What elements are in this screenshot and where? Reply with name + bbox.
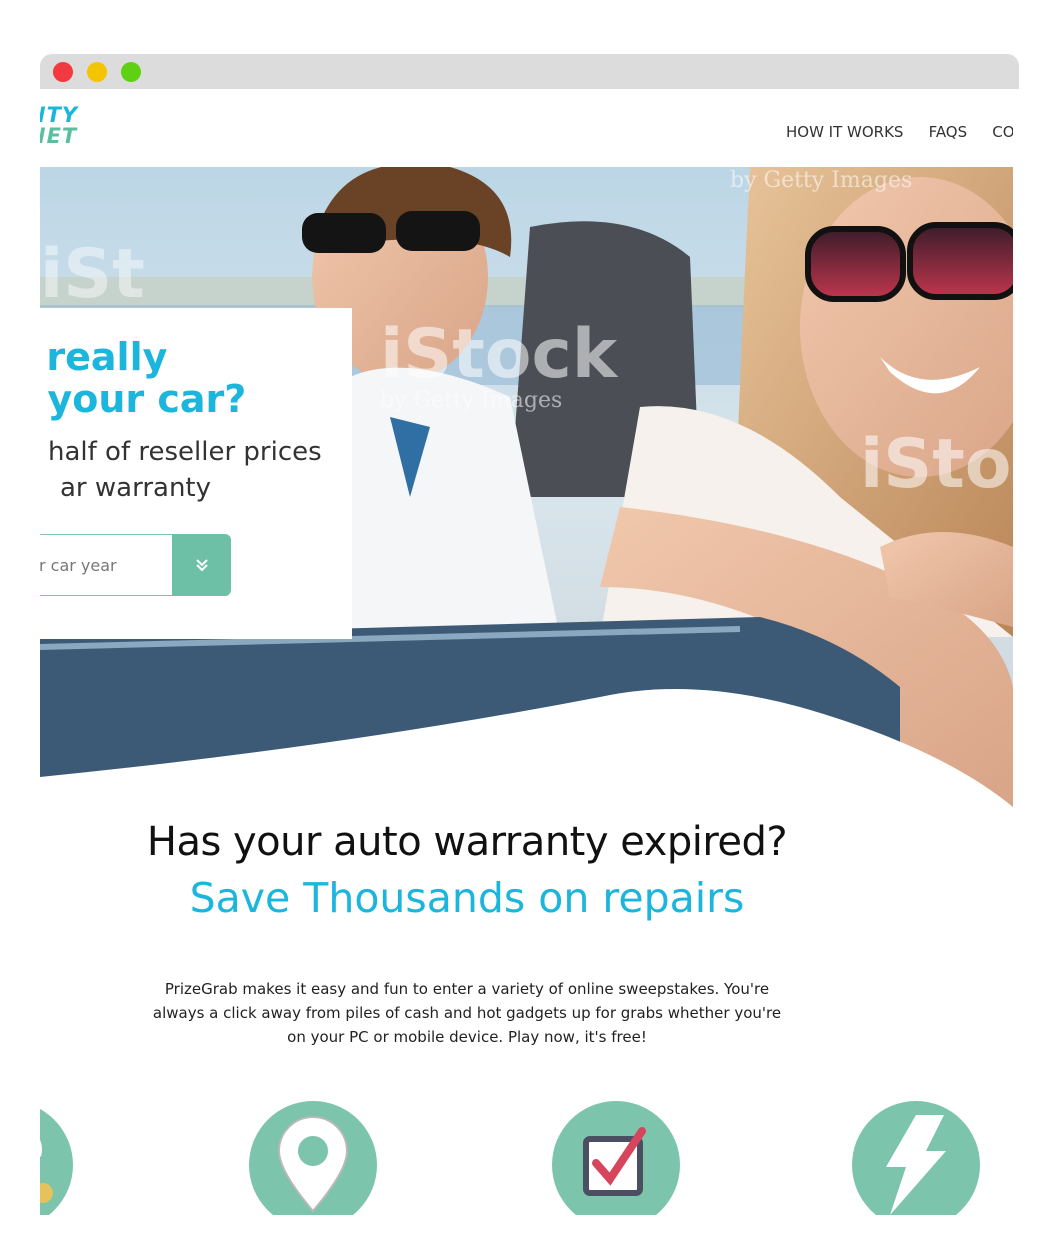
- dollar-coin-icon: [40, 1139, 53, 1203]
- hero-section: iStock by Getty Images iStock by Getty I…: [40, 167, 1013, 807]
- feature-icons-row: [40, 1101, 1013, 1215]
- hero-wave-divider: [40, 689, 1013, 807]
- car-year-dropdown-button[interactable]: [172, 534, 231, 596]
- hero-title-line-1: ou really: [40, 335, 168, 379]
- hero-subtitle: half of reseller prices ar warranty: [40, 434, 352, 506]
- section-subheadline: Save Thousands on repairs: [189, 874, 745, 922]
- hero-card: ou really ng your car? half of reseller …: [40, 308, 352, 639]
- nav-how-it-works[interactable]: HOW IT WORKS: [786, 123, 903, 141]
- site-header: NTY NET HOW IT WORKS FAQS CON: [40, 89, 1013, 167]
- feature-location: [249, 1101, 377, 1215]
- svg-text:iStock: iStock: [860, 425, 1013, 504]
- feature-lightning: [852, 1101, 980, 1215]
- hero-subtitle-line-1: half of reseller prices: [48, 437, 322, 467]
- browser-window: NTY NET HOW IT WORKS FAQS CON: [40, 54, 1019, 1215]
- section-body-text: PrizeGrab makes it easy and fun to enter…: [152, 980, 782, 1046]
- svg-text:iSt: iSt: [40, 235, 145, 314]
- close-window-button[interactable]: [53, 62, 73, 82]
- main-nav: HOW IT WORKS FAQS CON: [786, 122, 1013, 141]
- hero-subtitle-line-2: ar warranty: [60, 473, 211, 503]
- site-logo[interactable]: NTY NET: [40, 105, 78, 147]
- minimize-window-button[interactable]: [87, 62, 107, 82]
- car-year-placeholder: r car year: [40, 556, 117, 575]
- nav-contact[interactable]: CON: [992, 123, 1013, 141]
- logo-line-1: NTY: [40, 103, 79, 127]
- nav-faqs[interactable]: FAQS: [929, 123, 968, 141]
- svg-text:by Getty Images: by Getty Images: [380, 388, 562, 413]
- double-chevron-down-icon: [195, 559, 208, 572]
- page-viewport: NTY NET HOW IT WORKS FAQS CON: [40, 89, 1013, 1215]
- location-pin-icon: [277, 1116, 349, 1213]
- maximize-window-button[interactable]: [121, 62, 141, 82]
- section-headline: Has your auto warranty expired?: [146, 819, 788, 865]
- svg-text:iStock: iStock: [380, 315, 619, 394]
- feature-checkbox: [552, 1101, 680, 1215]
- checkbox-checked-icon: [583, 1127, 646, 1196]
- svg-text:by Getty Images: by Getty Images: [730, 168, 912, 193]
- feature-dollar: [40, 1101, 73, 1215]
- car-year-select[interactable]: r car year: [40, 534, 173, 596]
- hero-title-line-2: ng your car?: [40, 377, 247, 421]
- window-titlebar: [40, 54, 1019, 89]
- hero-title: ou really ng your car?: [40, 336, 352, 420]
- lightning-bolt-icon: [886, 1115, 946, 1215]
- logo-line-2: NET: [40, 124, 78, 148]
